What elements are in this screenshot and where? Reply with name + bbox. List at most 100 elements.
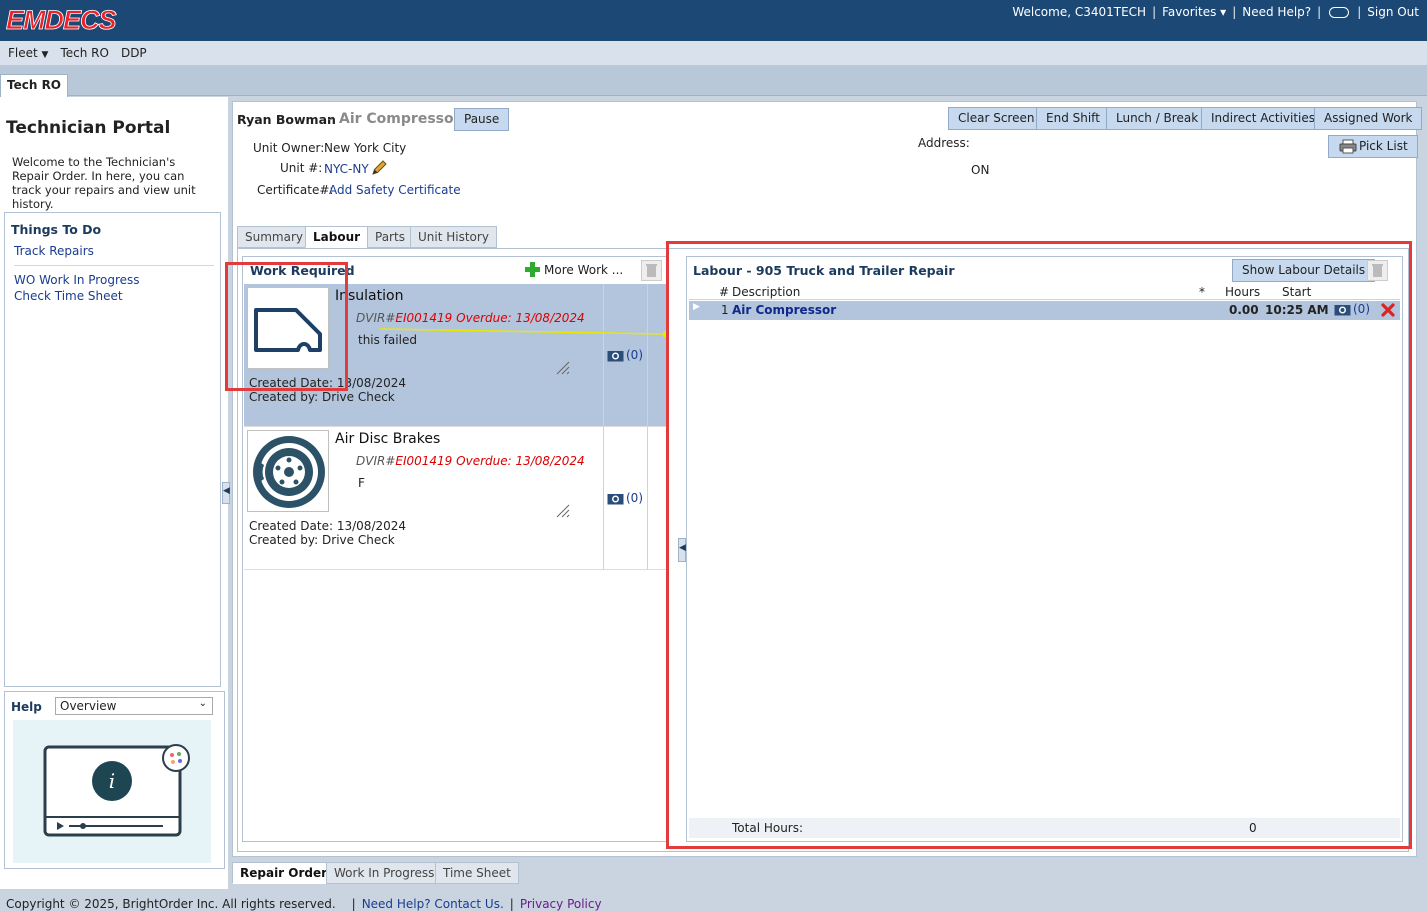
emdecs-logo[interactable]: EMDECS (6, 4, 154, 34)
menu-bar: Fleet ▼ Tech RO DDP (0, 41, 1427, 65)
tab-parts[interactable]: Parts (367, 226, 413, 248)
menu-ddp[interactable]: DDP (121, 46, 147, 60)
sign-out-link[interactable]: Sign Out (1367, 5, 1419, 19)
favorites-menu[interactable]: Favorites ▾ (1162, 5, 1226, 19)
help-topic-select[interactable]: Overview ⌄ (55, 697, 213, 715)
col-description: Description (732, 285, 801, 299)
work-item-created-date: Created Date: 13/08/2024 (249, 519, 407, 533)
chevron-down-icon: ⌄ (198, 698, 207, 709)
address-value: ON (971, 163, 990, 177)
photo-attachments[interactable]: (0) (607, 348, 643, 362)
work-required-panel: Work Required More Work ... Insulation D… (242, 256, 669, 842)
tab-unit-history[interactable]: Unit History (410, 226, 497, 248)
camera-icon (1334, 304, 1351, 315)
tab-repair-order[interactable]: Repair Order (232, 862, 336, 884)
trash-icon[interactable] (641, 260, 662, 281)
pick-list-button[interactable]: Pick List (1328, 135, 1418, 158)
certificate-label: Certificate#: (257, 183, 334, 197)
work-item-title: Insulation (335, 288, 404, 304)
tab-summary[interactable]: Summary (237, 226, 311, 248)
work-item-row[interactable]: Air Disc Brakes DVIR#EI001419 Overdue: 1… (244, 427, 669, 570)
more-work-button[interactable]: More Work ... (525, 262, 623, 277)
total-hours-label: Total Hours: (732, 821, 804, 835)
footer: Copyright © 2025, BrightOrder Inc. All r… (0, 889, 1427, 912)
collapse-sidebar-handle[interactable]: ◀ (222, 482, 230, 504)
tab-time-sheet[interactable]: Time Sheet (435, 862, 519, 884)
clear-screen-button[interactable]: Clear Screen (948, 107, 1045, 130)
drag-connector-line (380, 328, 669, 337)
work-item-created-by: Created by: Drive Check (249, 533, 395, 547)
menu-tech-ro[interactable]: Tech RO (60, 46, 108, 60)
edit-pencil-icon[interactable] (370, 159, 388, 177)
labour-total-row: Total Hours: 0 (689, 818, 1400, 838)
unit-number-link[interactable]: NYC-NY (324, 162, 369, 176)
need-help-link[interactable]: Need Help? (1242, 5, 1311, 19)
title-separator: - (328, 112, 333, 126)
expand-row-icon[interactable]: ▶ (693, 302, 700, 312)
welcome-text: Welcome to the Technician's Repair Order… (12, 155, 196, 211)
door-panel-icon (247, 287, 329, 369)
collapse-labour-handle[interactable]: ◀ (678, 538, 686, 562)
trash-icon[interactable] (1367, 260, 1388, 281)
svg-text:EMDECS: EMDECS (6, 5, 117, 34)
photo-attachments[interactable]: (0) (607, 491, 643, 505)
work-item-title: Air Disc Brakes (335, 431, 441, 447)
tab-work-in-progress[interactable]: Work In Progress (326, 862, 443, 884)
portal-title: Technician Portal (6, 118, 171, 138)
camera-icon (607, 350, 624, 361)
unit-owner-value: New York City (324, 141, 407, 155)
info-icon: i (92, 761, 132, 801)
contact-us-link[interactable]: Need Help? Contact Us. (362, 897, 504, 911)
pause-button[interactable]: Pause (454, 108, 510, 131)
labour-title: Labour - 905 Truck and Trailer Repair (693, 263, 955, 278)
labour-row-number: 1 (721, 303, 729, 317)
resize-grip-icon[interactable] (554, 359, 570, 375)
col-hours: Hours (1225, 285, 1261, 299)
top-nav: Welcome, C3401TECH | Favorites ▾ | Need … (1012, 5, 1419, 19)
wo-work-in-progress-link[interactable]: WO Work In Progress (14, 273, 140, 287)
unit-number-label: Unit #: (280, 161, 323, 175)
check-time-sheet-link[interactable]: Check Time Sheet (14, 289, 123, 303)
things-to-do-panel: Things To Do Track Repairs WO Work In Pr… (4, 212, 221, 687)
dvir-reference: DVIR#EI001419 Overdue: 13/08/2024 (356, 311, 585, 325)
lunch-break-button[interactable]: Lunch / Break (1106, 107, 1209, 130)
help-video-thumbnail[interactable]: i (13, 720, 211, 863)
chat-icon[interactable] (1329, 6, 1350, 18)
help-panel: Help Overview ⌄ i (4, 691, 225, 869)
work-item-note: F (358, 476, 365, 490)
delete-icon[interactable] (1381, 303, 1395, 317)
technician-name: Ryan Bowman (237, 112, 336, 127)
caret-down-icon: ▾ (1220, 5, 1227, 19)
indirect-activities-button[interactable]: Indirect Activities (1201, 107, 1326, 130)
dvir-reference: DVIR#EI001419 Overdue: 13/08/2024 (356, 454, 585, 468)
chevron-left-icon: ◀ (223, 486, 230, 496)
window-tab-tech-ro[interactable]: Tech RO (0, 74, 69, 97)
work-item-row[interactable]: Insulation DVIR#EI001419 Overdue: 13/08/… (244, 284, 669, 427)
things-to-do-header: Things To Do (11, 222, 102, 237)
total-hours-value: 0 (1249, 821, 1257, 835)
unit-owner-label: Unit Owner: (253, 141, 325, 155)
camera-icon (607, 493, 624, 504)
tab-labour[interactable]: Labour (305, 226, 369, 248)
assigned-work-button[interactable]: Assigned Work (1314, 107, 1423, 130)
add-safety-certificate-link[interactable]: Add Safety Certificate (329, 183, 461, 197)
col-start: Start (1282, 285, 1312, 299)
track-repairs-link[interactable]: Track Repairs (14, 244, 94, 258)
svg-text:i: i (109, 769, 115, 793)
labour-row-description[interactable]: Air Compressor (732, 303, 836, 317)
job-title: Air Compressor (339, 111, 461, 127)
labour-photo-attachments[interactable]: (0) (1334, 302, 1370, 316)
labour-row-hours: 0.00 (1229, 303, 1259, 317)
window-tab-strip (0, 65, 1427, 96)
work-required-title: Work Required (250, 263, 355, 278)
show-labour-details-button[interactable]: Show Labour Details (1232, 259, 1376, 282)
privacy-policy-link[interactable]: Privacy Policy (520, 897, 602, 911)
menu-fleet[interactable]: Fleet ▼ (8, 46, 48, 60)
labour-row[interactable]: ▶ 1 Air Compressor 0.00 10:25 AM (0) (689, 301, 1400, 320)
col-star: * (1199, 285, 1205, 299)
labour-panel: Labour - 905 Truck and Trailer Repair Sh… (686, 256, 1403, 842)
resize-grip-icon[interactable] (554, 502, 570, 518)
address-label: Address: (918, 136, 970, 150)
end-shift-button[interactable]: End Shift (1036, 107, 1110, 130)
copyright-text: Copyright © 2025, BrightOrder Inc. All r… (6, 897, 336, 911)
